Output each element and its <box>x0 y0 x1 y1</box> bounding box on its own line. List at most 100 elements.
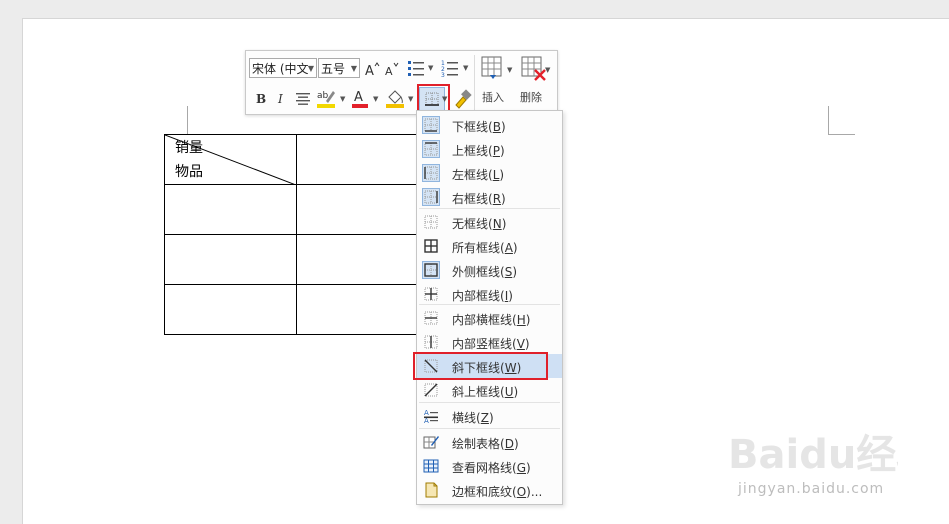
menu-item-text: 内部横框线 <box>452 313 513 327</box>
menu-item-border-left[interactable]: 左框线(L) <box>417 161 562 185</box>
chevron-down-icon[interactable]: ▼ <box>545 66 550 74</box>
menu-item-accelerator: Z <box>480 411 489 425</box>
menu-item-accelerator: N <box>492 217 502 231</box>
menu-item-borders-and-shading[interactable]: 边框和底纹(O)... <box>417 478 562 502</box>
delete-table-icon[interactable] <box>521 56 547 82</box>
border-diagonal-up-icon <box>422 381 440 399</box>
menu-item-border-bottom[interactable]: 下框线(B) <box>417 113 562 137</box>
border-inside-vertical-icon <box>422 333 440 351</box>
menu-separator <box>419 402 560 403</box>
menu-item-label: 右框线(R) <box>452 192 506 206</box>
crop-mark-left <box>165 106 188 135</box>
header-row-label: 物品 <box>175 164 203 180</box>
menu-item-accelerator: B <box>492 120 501 134</box>
shading-icon[interactable] <box>385 87 405 109</box>
table-cell[interactable] <box>296 234 418 285</box>
text-highlight-icon[interactable]: ab <box>316 87 336 109</box>
svg-text:A: A <box>365 64 374 77</box>
menu-item-border-none[interactable]: 无框线(N) <box>417 210 562 234</box>
border-left-icon <box>422 164 440 182</box>
menu-item-accelerator: D <box>504 437 514 451</box>
numbering-icon[interactable]: 1 2 3 <box>441 59 459 77</box>
chevron-down-icon[interactable]: ▼ <box>428 64 433 72</box>
insert-label[interactable]: 插入 <box>482 89 504 105</box>
chevron-down-icon[interactable]: ▼ <box>507 66 512 74</box>
border-outside-icon <box>422 261 440 279</box>
chevron-down-icon[interactable]: ▼ <box>463 64 468 72</box>
menu-item-text: 下框线 <box>452 120 489 134</box>
toolbar-separator <box>474 55 475 110</box>
diagonal-down-callout <box>413 352 548 380</box>
font-color-icon[interactable]: A <box>351 87 369 109</box>
chevron-down-icon[interactable]: ▼ <box>408 95 413 103</box>
crop-mark-right <box>828 106 855 135</box>
table-cell[interactable] <box>164 234 297 285</box>
menu-item-draw-table[interactable]: 绘制表格(D) <box>417 430 562 454</box>
chevron-down-icon: ▼ <box>350 64 357 73</box>
menu-item-accelerator: R <box>492 192 502 206</box>
menu-item-border-diagonal-up[interactable]: 斜上框线(U) <box>417 378 562 402</box>
header-column-label: 销量 <box>175 140 203 156</box>
font-size-combo[interactable]: 五号 ▼ <box>318 58 360 78</box>
menu-item-label: 上框线(P) <box>452 144 505 158</box>
menu-item-text: 绘制表格 <box>452 437 501 451</box>
svg-text:A: A <box>385 65 393 77</box>
menu-item-accelerator: U <box>504 385 514 399</box>
chevron-down-icon[interactable]: ▼ <box>340 95 345 103</box>
chevron-down-icon[interactable]: ▼ <box>373 95 378 103</box>
center-align-icon[interactable] <box>295 89 311 107</box>
shrink-font-icon[interactable]: A <box>384 60 400 78</box>
menu-item-border-inside-horizontal[interactable]: 内部横框线(H) <box>417 306 562 330</box>
table-header-cell[interactable]: 销量 物品 <box>164 134 297 185</box>
svg-text:A: A <box>354 90 363 105</box>
format-painter-icon[interactable] <box>452 87 472 109</box>
table-cell[interactable] <box>296 184 418 235</box>
italic-icon[interactable]: I <box>275 89 289 107</box>
menu-item-accelerator: G <box>516 461 527 475</box>
table-cell[interactable] <box>296 134 418 185</box>
menu-item-label: 边框和底纹(O)... <box>452 485 543 499</box>
document-table[interactable]: 销量 物品 <box>164 134 418 335</box>
menu-item-label: 横线(Z) <box>452 411 494 425</box>
table-cell[interactable] <box>296 284 418 335</box>
menu-item-text: 外侧框线 <box>452 265 501 279</box>
svg-text:3: 3 <box>441 72 445 77</box>
menu-item-accelerator: O <box>516 485 527 499</box>
menu-item-text: 内部竖框线 <box>452 337 513 351</box>
menu-item-label: 左框线(L) <box>452 168 505 182</box>
chevron-down-icon: ▼ <box>307 64 314 73</box>
svg-text:I: I <box>277 92 283 105</box>
font-name-combo[interactable]: 宋体 (中文 ▼ <box>249 58 317 78</box>
menu-item-border-top[interactable]: 上框线(P) <box>417 137 562 161</box>
bullets-icon[interactable] <box>407 59 425 77</box>
menu-item-border-inside-vertical[interactable]: 内部竖框线(V) <box>417 330 562 354</box>
grow-font-icon[interactable]: A <box>364 60 380 78</box>
table-cell[interactable] <box>164 284 297 335</box>
menu-item-horizontal-line[interactable]: A A 横线(Z) <box>417 404 562 428</box>
menu-item-border-right[interactable]: 右框线(R) <box>417 185 562 209</box>
menu-item-label: 下框线(B) <box>452 120 506 134</box>
menu-item-label: 所有框线(A) <box>452 241 518 255</box>
font-size-value: 五号 <box>321 62 346 76</box>
menu-item-label: 内部竖框线(V) <box>452 337 530 351</box>
horizontal-line-icon: AA <box>422 407 440 425</box>
menu-item-label: 内部框线(I) <box>452 289 513 303</box>
delete-label[interactable]: 删除 <box>520 89 542 105</box>
menu-item-border-inside[interactable]: 内部框线(I) <box>417 282 562 306</box>
svg-text:A: A <box>424 409 429 417</box>
menu-item-text: 左框线 <box>452 168 489 182</box>
menu-item-view-gridlines[interactable]: 查看网格线(G) <box>417 454 562 478</box>
border-inside-icon <box>422 285 440 303</box>
svg-text:B: B <box>256 92 266 105</box>
menu-separator <box>419 428 560 429</box>
menu-item-border-all[interactable]: 所有框线(A) <box>417 234 562 258</box>
menu-item-text: 右框线 <box>452 192 489 206</box>
menu-item-ellipsis: ... <box>530 485 543 499</box>
table-cell[interactable] <box>164 184 297 235</box>
insert-table-icon[interactable] <box>481 56 505 80</box>
bold-icon[interactable]: B <box>254 89 268 107</box>
borders-and-shading-icon <box>422 481 440 499</box>
svg-text:ab: ab <box>317 91 329 101</box>
menu-item-label: 外侧框线(S) <box>452 265 518 279</box>
menu-item-border-outside[interactable]: 外侧框线(S) <box>417 258 562 282</box>
